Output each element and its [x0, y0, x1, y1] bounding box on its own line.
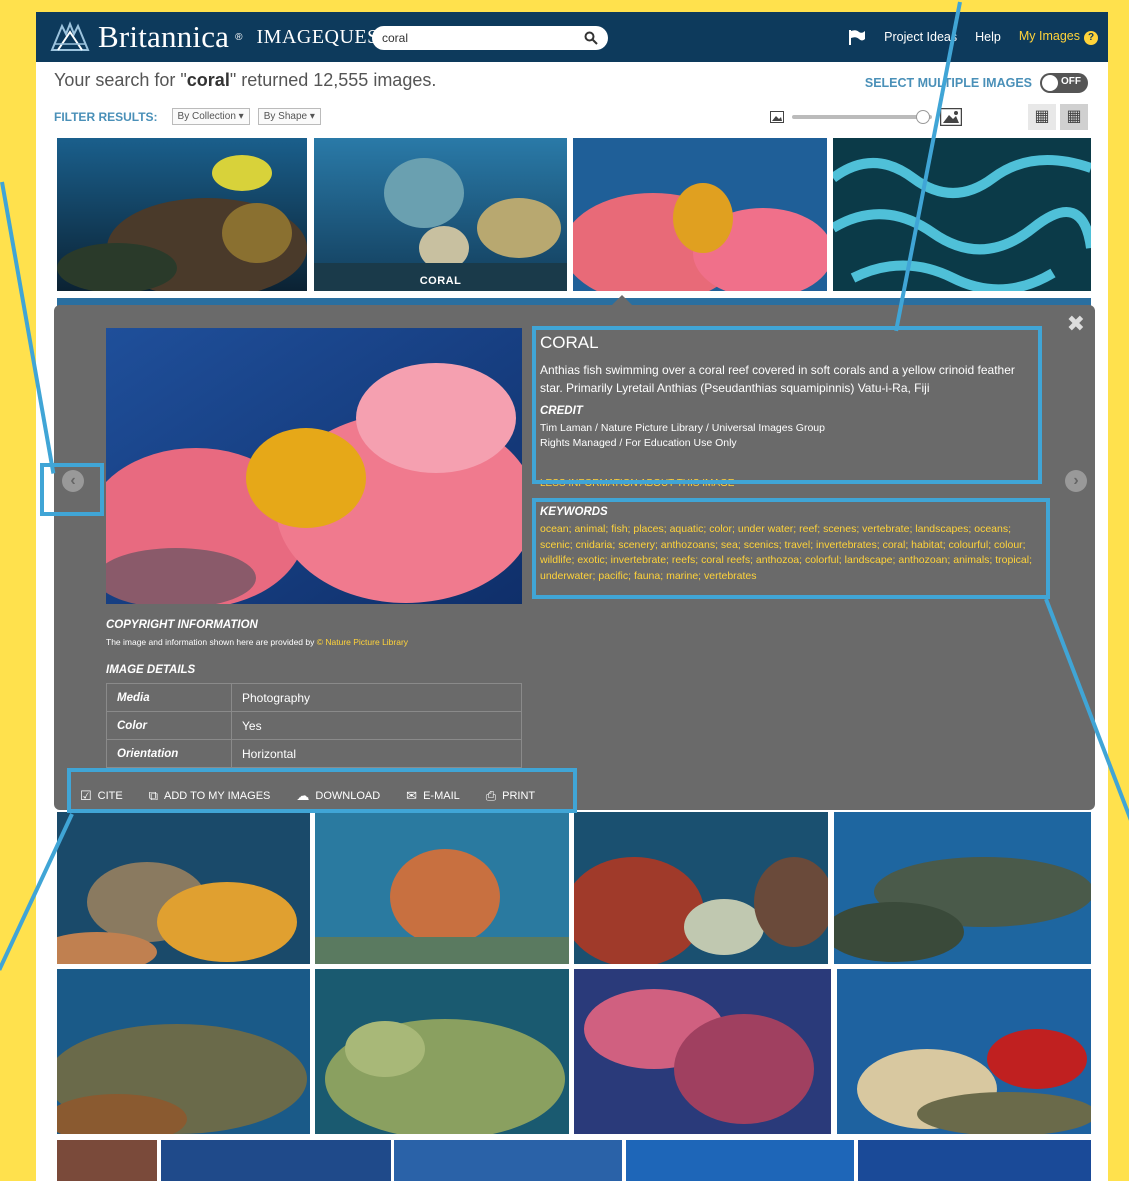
nav-project-ideas[interactable]: Project Ideas: [884, 30, 957, 44]
next-image-icon[interactable]: ›: [1065, 470, 1087, 492]
filter-bar: FILTER RESULTS: By Collection ▾ By Shape…: [54, 108, 321, 125]
coral-photo: [57, 812, 310, 964]
image-tile[interactable]: [57, 812, 310, 964]
slider-thumb[interactable]: [916, 110, 930, 124]
detail-value: Horizontal: [231, 739, 522, 768]
image-tile[interactable]: [315, 969, 569, 1134]
registered-mark: ®: [235, 31, 243, 43]
filter-by-collection[interactable]: By Collection ▾: [171, 108, 250, 125]
table-row: Orientation Horizontal: [106, 739, 522, 768]
close-icon[interactable]: ✖: [1067, 311, 1085, 337]
grid-large-icon[interactable]: ▦: [1060, 104, 1088, 130]
britannica-logo[interactable]: Britannica® IMAGEQUEST™: [48, 18, 407, 56]
coral-photo: [837, 969, 1091, 1134]
image-tile[interactable]: [161, 1140, 391, 1181]
image-tile[interactable]: [574, 812, 828, 964]
select-multiple-toggle[interactable]: OFF: [1040, 73, 1088, 93]
image-tile[interactable]: [574, 969, 831, 1134]
filter-by-shape[interactable]: By Shape ▾: [257, 108, 321, 125]
coral-photo: [574, 969, 831, 1134]
highlight-keywords: [532, 498, 1050, 599]
coral-reef-photo: [106, 328, 522, 604]
coral-photo: [57, 138, 307, 291]
search-box[interactable]: [372, 26, 608, 50]
image-tile[interactable]: [573, 138, 827, 291]
detail-value: Photography: [231, 683, 522, 712]
small-image-icon[interactable]: [770, 111, 784, 123]
coral-photo: [574, 812, 828, 964]
image-tile[interactable]: [57, 1140, 157, 1181]
top-nav: Project Ideas Help My Images?: [848, 29, 1098, 45]
copyright-text: The image and information shown here are…: [106, 635, 408, 650]
nav-help[interactable]: Help: [975, 30, 1001, 44]
highlight-action-bar: [67, 768, 577, 813]
coral-photo: [57, 969, 310, 1134]
thistle-logo-icon: [50, 21, 90, 51]
results-suffix: " returned 12,555 images.: [229, 70, 437, 90]
search-input[interactable]: [382, 31, 584, 45]
toggle-knob: [1042, 75, 1058, 91]
detail-key: Media: [106, 683, 232, 712]
results-summary: Your search for "coral" returned 12,555 …: [54, 70, 436, 91]
coral-photo: [315, 812, 569, 964]
image-tile[interactable]: [394, 1140, 622, 1181]
view-toggle: ▦ ▦: [1028, 104, 1088, 130]
help-question-icon[interactable]: ?: [1084, 31, 1098, 45]
image-tile[interactable]: [834, 812, 1091, 964]
search-icon[interactable]: [584, 31, 598, 45]
results-term: coral: [186, 70, 230, 90]
select-multiple: SELECT MULTIPLE IMAGES OFF: [865, 73, 1088, 93]
image-tile[interactable]: [833, 138, 1091, 291]
large-image-icon[interactable]: [940, 108, 962, 126]
grid-small-icon[interactable]: ▦: [1028, 104, 1056, 130]
image-tile[interactable]: [57, 138, 307, 291]
filter-label: FILTER RESULTS:: [54, 109, 158, 124]
highlight-prev-arrow: [40, 463, 104, 516]
flag-icon[interactable]: [848, 29, 866, 45]
table-row: Color Yes: [106, 711, 522, 740]
image-tile[interactable]: [837, 969, 1091, 1134]
image-tile[interactable]: [626, 1140, 854, 1181]
brain-coral-photo: [833, 138, 1091, 291]
copyright-section: COPYRIGHT INFORMATION The image and info…: [106, 619, 408, 650]
copyright-body: The image and information shown here are…: [106, 637, 315, 647]
my-images-label: My Images: [1018, 29, 1080, 43]
thumbnail-size-control: [770, 108, 962, 126]
panel-pointer: [612, 295, 632, 305]
coral-photo: [573, 138, 827, 291]
tile-caption: CORAL: [419, 275, 462, 287]
image-tile[interactable]: [858, 1140, 1091, 1181]
brand-name: Britannica: [98, 19, 230, 54]
nav-my-images[interactable]: My Images?: [1019, 29, 1098, 45]
detail-key: Orientation: [106, 739, 232, 768]
toggle-state-label: OFF: [1061, 76, 1081, 87]
coral-photo: [834, 812, 1091, 964]
results-prefix: Your search for ": [54, 70, 187, 90]
image-tile[interactable]: [315, 812, 569, 964]
select-multiple-label: SELECT MULTIPLE IMAGES: [864, 76, 1032, 90]
highlight-title-credit: [532, 326, 1042, 484]
table-row: Media Photography: [106, 683, 522, 712]
image-tile[interactable]: [57, 969, 310, 1134]
image-details-heading: IMAGE DETAILS: [106, 664, 196, 676]
copyright-heading: COPYRIGHT INFORMATION: [106, 619, 258, 631]
thumbnail-size-slider[interactable]: [792, 110, 932, 124]
image-details-table: Media Photography Color Yes Orientation Hor…: [106, 683, 522, 768]
coral-photo: [315, 969, 569, 1134]
detail-value: Yes: [231, 711, 522, 740]
detail-image: [106, 328, 522, 604]
detail-key: Color: [106, 711, 232, 740]
copyright-provider-link[interactable]: © Nature Picture Library: [317, 637, 408, 647]
image-tile[interactable]: CORAL: [314, 138, 567, 291]
coral-photo: [314, 138, 567, 291]
